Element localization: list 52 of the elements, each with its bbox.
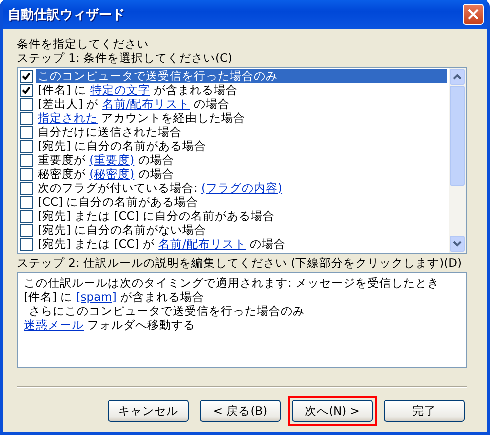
- condition-item[interactable]: 次のフラグが付いている場合: (フラグの内容): [36, 181, 285, 195]
- link[interactable]: [spam]: [76, 290, 117, 304]
- link[interactable]: (フラグの内容): [202, 181, 283, 195]
- checkbox[interactable]: [20, 168, 33, 180]
- dialog-button[interactable]: 完了: [384, 400, 465, 422]
- checkbox[interactable]: [20, 238, 33, 250]
- checkbox[interactable]: [20, 126, 33, 138]
- heading: 条件を指定してください: [17, 37, 150, 51]
- link[interactable]: 特定の文字: [90, 83, 150, 97]
- link[interactable]: (重要度): [90, 153, 135, 167]
- checkbox[interactable]: [20, 210, 33, 222]
- condition-item[interactable]: [宛先] または [CC] が 名前/配布リスト の場合: [36, 237, 288, 251]
- checkbox[interactable]: [20, 182, 33, 194]
- condition-item[interactable]: このコンピュータで送受信を行った場合のみ: [36, 69, 447, 83]
- condition-item[interactable]: [宛先] または [CC] に自分の名前がある場合: [36, 209, 277, 223]
- close-icon: [468, 9, 479, 20]
- link[interactable]: 指定された: [38, 111, 98, 125]
- checkbox[interactable]: [20, 140, 33, 152]
- link[interactable]: 名前/配布リスト: [102, 97, 190, 111]
- step-label: ステップ 2: 仕訳ルールの説明を編集してください (下線部分をクリックします)(D): [17, 256, 462, 270]
- dialog-button[interactable]: キャンセル: [108, 400, 189, 422]
- checkbox[interactable]: [20, 224, 33, 236]
- checkbox[interactable]: [20, 154, 33, 166]
- condition-item[interactable]: 自分だけに送信された場合: [36, 125, 184, 139]
- window-title: 自動仕訳ウィザード: [8, 6, 125, 24]
- checkbox[interactable]: [20, 70, 33, 82]
- condition-item[interactable]: [宛先] に自分の名前がない場合: [36, 223, 209, 237]
- condition-item[interactable]: 秘密度が (秘密度) の場合: [36, 167, 176, 181]
- checkbox[interactable]: [20, 98, 33, 110]
- rule-description-line: この仕訳ルールは次のタイミングで適用されます: メッセージを受信したとき: [24, 276, 441, 290]
- condition-item[interactable]: [件名] に 特定の文字 が含まれる場合: [36, 83, 240, 97]
- close-button[interactable]: [463, 4, 484, 25]
- checkbox[interactable]: [20, 84, 33, 96]
- condition-item[interactable]: 指定された アカウントを経由した場合: [36, 111, 248, 125]
- dialog-button[interactable]: 次へ(N) >: [292, 400, 373, 422]
- checkbox[interactable]: [20, 112, 33, 124]
- link[interactable]: 名前/配布リスト: [158, 237, 247, 251]
- condition-item[interactable]: 重要度が (重要度) の場合: [36, 153, 176, 167]
- checkbox[interactable]: [20, 196, 33, 208]
- dialog-button[interactable]: < 戻る(B): [200, 400, 281, 422]
- step-label: ステップ 1: 条件を選択してください(C): [17, 51, 234, 65]
- rule-description-line: さらにこのコンピュータで送受信を行った場合のみ: [28, 304, 306, 318]
- condition-item[interactable]: [差出人] が 名前/配布リスト の場合: [36, 97, 232, 111]
- rule-description-line: [件名] に [spam] が含まれる場合: [24, 290, 206, 304]
- chevron-up-icon: [453, 74, 462, 80]
- chevron-down-icon: [453, 241, 462, 247]
- link[interactable]: (秘密度): [90, 167, 135, 181]
- scrollbar[interactable]: [449, 68, 466, 253]
- condition-item[interactable]: [CC] に自分の名前がある場合: [36, 195, 201, 209]
- link[interactable]: 迷惑メール: [24, 318, 84, 332]
- condition-item[interactable]: [宛先] に自分の名前がある場合: [36, 139, 209, 153]
- rule-description-line: 迷惑メール フォルダへ移動する: [24, 318, 197, 332]
